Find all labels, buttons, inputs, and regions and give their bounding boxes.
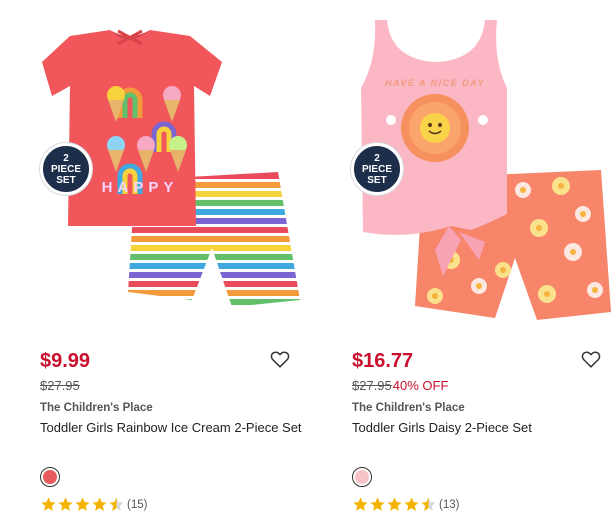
badge-line: SET [367, 174, 387, 186]
swatch-fill [355, 470, 369, 484]
star-icon [75, 497, 90, 511]
color-swatch[interactable] [352, 467, 372, 487]
badge-line: PIECE [361, 163, 392, 175]
product-card[interactable]: HAVE A NICE DAY 2 PIECE SET $16.77 $27.9… [311, 0, 611, 515]
product-title-link[interactable]: Toddler Girls Daisy 2-Piece Set [352, 419, 612, 436]
star-icon [41, 497, 56, 511]
brand-name: The Children's Place [352, 402, 465, 414]
review-count: (13) [439, 498, 460, 511]
product-title-link[interactable]: Toddler Girls Rainbow Ice Cream 2-Piece … [40, 419, 320, 436]
star-icon [92, 497, 107, 511]
product-card[interactable]: HAPPY 2 PIECE SET $9.99 $27.95 The Child… [0, 0, 302, 515]
original-price: $27.95 [352, 378, 392, 393]
badge-line: SET [56, 174, 76, 186]
color-swatch[interactable] [40, 467, 60, 487]
star-icon [370, 497, 385, 511]
original-price-row: $27.9540% OFF [352, 378, 448, 393]
original-price-row: $27.95 [40, 378, 80, 393]
star-icon [387, 497, 402, 511]
star-icon [58, 497, 73, 511]
sale-price: $9.99 [40, 350, 91, 372]
two-piece-set-badge: 2 PIECE SET [351, 143, 403, 195]
badge-line: 2 [374, 152, 380, 164]
star-icon [404, 497, 419, 511]
swatch-fill [43, 470, 57, 484]
badge-line: PIECE [50, 163, 81, 175]
star-rating[interactable]: (15) [40, 496, 147, 513]
heart-icon[interactable] [269, 348, 291, 370]
star-icon [353, 497, 368, 511]
brand-name: The Children's Place [40, 402, 153, 414]
discount-label: 40% OFF [392, 378, 449, 393]
shirt-print-text: HAPPY [102, 179, 179, 196]
original-price: $27.95 [40, 378, 80, 393]
heart-icon[interactable] [580, 348, 602, 370]
stars [40, 496, 125, 513]
badge-line: 2 [63, 152, 69, 164]
star-icon [109, 497, 124, 511]
shirt-print-text: HAVE A NICE DAY [385, 78, 485, 88]
sale-price: $16.77 [352, 350, 414, 372]
review-count: (15) [127, 498, 148, 511]
star-rating[interactable]: (13) [352, 496, 459, 513]
star-icon [421, 497, 436, 511]
stars [352, 496, 437, 513]
two-piece-set-badge: 2 PIECE SET [40, 143, 92, 195]
